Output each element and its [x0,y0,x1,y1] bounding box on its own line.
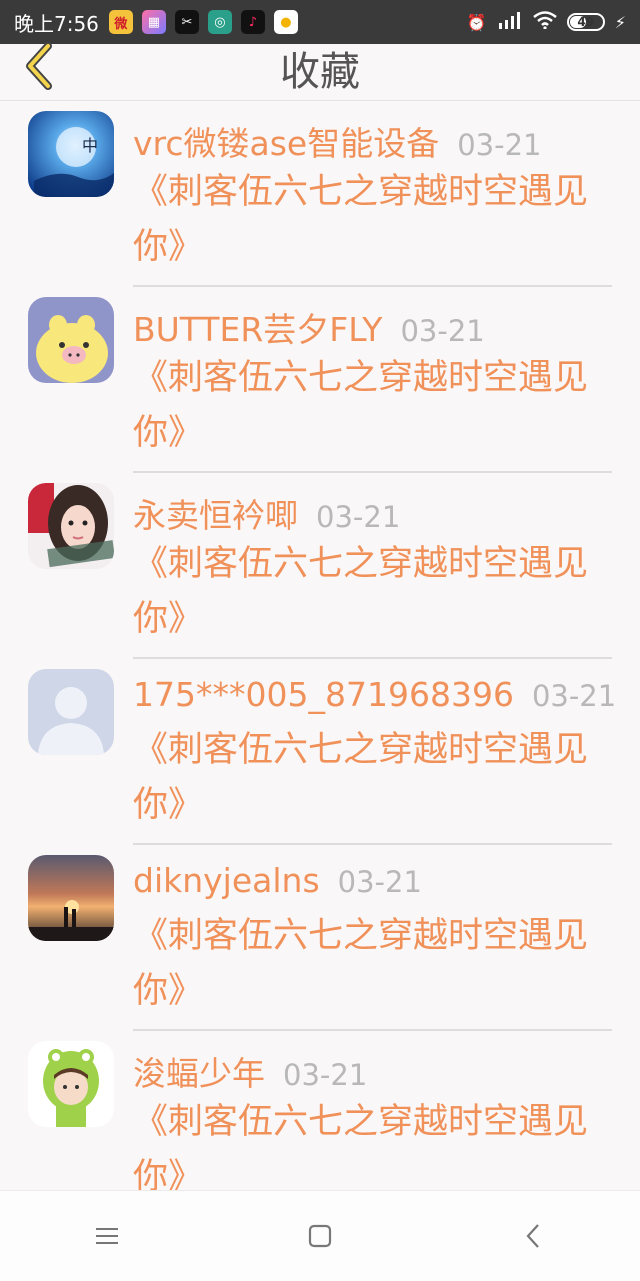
item-content[interactable]: 《刺客伍六七之穿越时空遇见你》 [133,165,603,275]
back-button[interactable] [14,38,62,94]
status-bar: 晚上7:56 微 ▦ ✂ ◎ ♪ ● ⏰ 49 ⚡ [0,0,640,44]
favorites-list[interactable]: 中 vrc微镂ase智能设备 03-21 《刺客伍六七之穿越时空遇见你》 BUT… [0,101,640,1190]
avatar[interactable] [28,669,114,755]
status-indicators: ⏰ 49 ⚡ [467,11,626,33]
weibo-icon: 微 [108,10,133,34]
tiktok-icon: ♪ [240,10,265,34]
list-item[interactable]: diknyjealns 03-21 《刺客伍六七之穿越时空遇见你》 [0,845,640,1031]
item-content[interactable]: 《刺客伍六七之穿越时空遇见你》 [133,723,603,833]
username[interactable]: 浚蝠少年 [133,1047,265,1095]
alarm-icon: ⏰ [466,12,487,32]
capcut-icon: ✂ [174,10,199,34]
chat-icon: ● [273,10,298,34]
wifi-icon [532,11,557,33]
list-item[interactable]: 中 vrc微镂ase智能设备 03-21 《刺客伍六七之穿越时空遇见你》 [0,101,640,287]
list-item[interactable]: 175***005_871968396 03-21 《刺客伍六七之穿越时空遇见你… [0,659,640,845]
item-date: 03-21 [283,1058,368,1092]
username[interactable]: 永卖恒衿唧 [133,489,298,537]
item-date: 03-21 [316,500,401,534]
item-content[interactable]: 《刺客伍六七之穿越时空遇见你》 [133,1095,603,1190]
status-time: 晚上7:56 [14,11,99,36]
avatar[interactable] [28,1041,114,1127]
chevron-left-icon [26,42,52,90]
svg-text:中: 中 [82,136,98,155]
username[interactable]: 175***005_871968396 [133,675,514,714]
home-icon [308,1224,332,1248]
username[interactable]: vrc微镂ase智能设备 [133,117,439,165]
list-item[interactable]: 永卖恒衿唧 03-21 《刺客伍六七之穿越时空遇见你》 [0,473,640,659]
menu-button[interactable] [67,1196,147,1276]
app-header: 收藏 [0,42,640,101]
avatar[interactable]: 中 [28,111,114,197]
item-date: 03-21 [400,314,485,348]
signal-icon [497,11,523,33]
avatar[interactable] [28,483,114,569]
username[interactable]: BUTTER芸夕FLY [133,303,382,351]
item-date: 03-21 [337,865,422,899]
home-button[interactable] [280,1196,360,1276]
page-title: 收藏 [280,49,360,95]
avatar[interactable] [28,297,114,383]
item-content[interactable]: 《刺客伍六七之穿越时空遇见你》 [133,537,603,647]
battery-indicator: 49 [566,13,605,31]
avatar[interactable] [28,855,114,941]
item-date: 03-21 [531,679,617,713]
system-nav-bar [0,1190,640,1281]
system-back-button[interactable] [493,1196,573,1276]
charging-icon: ⚡ [614,12,626,32]
username[interactable]: diknyjealns [133,861,320,900]
battery-level: 49 [577,15,595,29]
item-date: 03-21 [457,128,542,162]
list-item[interactable]: BUTTER芸夕FLY 03-21 《刺客伍六七之穿越时空遇见你》 [0,287,640,473]
app-icon: ◎ [207,10,232,34]
back-icon [526,1224,540,1248]
item-content[interactable]: 《刺客伍六七之穿越时空遇见你》 [133,909,603,1019]
item-content[interactable]: 《刺客伍六七之穿越时空遇见你》 [133,351,603,461]
game-icon: ▦ [141,10,166,34]
menu-icon [95,1228,118,1244]
list-item[interactable]: 浚蝠少年 03-21 《刺客伍六七之穿越时空遇见你》 [0,1031,640,1190]
